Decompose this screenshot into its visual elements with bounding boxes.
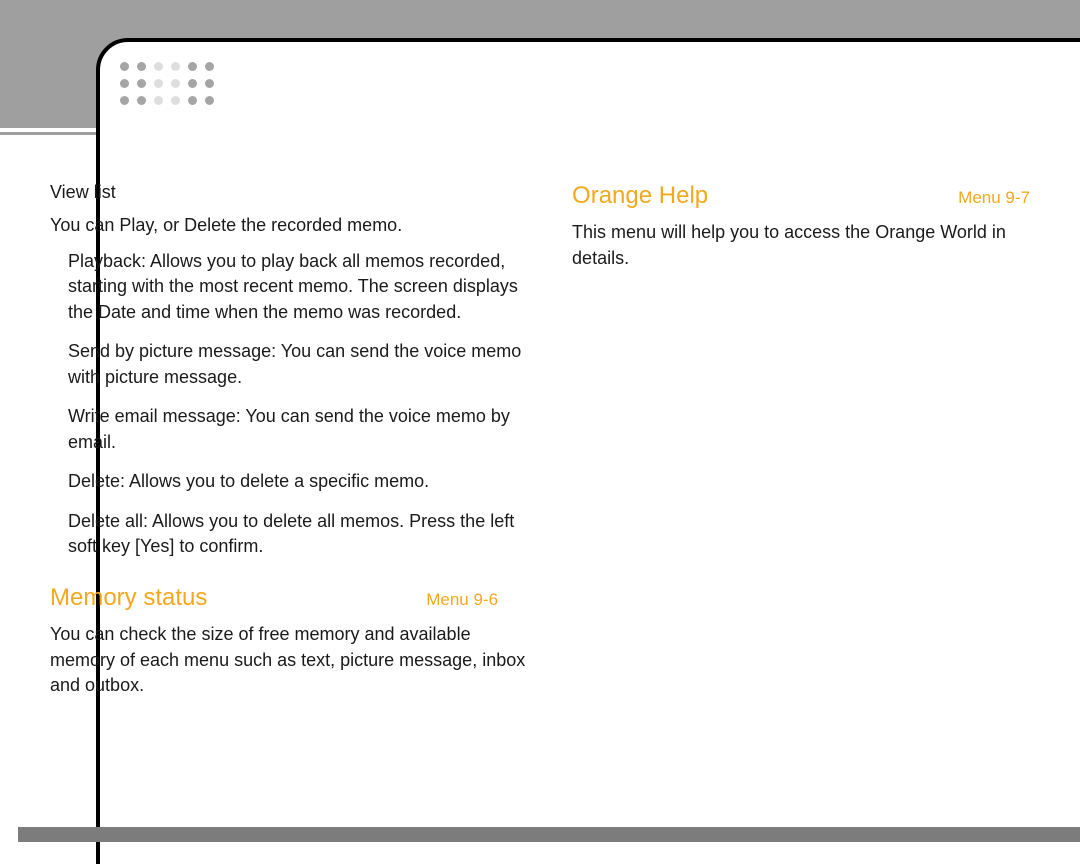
view-list-bullets: Playback: Allows you to play back all me…	[50, 249, 526, 560]
right-column: Orange Help Menu 9-7 This menu will help…	[572, 182, 1058, 814]
bullet-send-picture: Send by picture message: You can send th…	[68, 339, 526, 390]
dot-icon	[137, 96, 146, 105]
bullet-playback: Playback: Allows you to play back all me…	[68, 249, 526, 326]
dot-icon	[205, 79, 214, 88]
view-list-heading: View list	[50, 182, 526, 203]
bullet-delete-all: Delete all: Allows you to delete all mem…	[68, 509, 526, 560]
orange-help-header: Orange Help Menu 9-7	[572, 182, 1058, 210]
dot-icon	[205, 96, 214, 105]
dot-icon	[171, 79, 180, 88]
dot-icon	[154, 62, 163, 71]
orange-help-menu-label: Menu 9-7	[958, 188, 1058, 208]
dot-icon	[171, 62, 180, 71]
dot-icon	[188, 62, 197, 71]
dot-icon	[137, 79, 146, 88]
memory-status-menu-label: Menu 9-6	[426, 590, 526, 610]
dot-icon	[188, 79, 197, 88]
memory-status-body: You can check the size of free memory an…	[50, 622, 526, 699]
dot-icon	[154, 96, 163, 105]
memory-status-header: Memory status Menu 9-6	[50, 584, 526, 612]
page: View list You can Play, or Delete the re…	[0, 0, 1080, 864]
bullet-write-email: Write email message: You can send the vo…	[68, 404, 526, 455]
orange-help-title: Orange Help	[572, 182, 708, 210]
left-column: View list You can Play, or Delete the re…	[50, 182, 526, 814]
bullet-delete: Delete: Allows you to delete a specific …	[68, 469, 526, 495]
view-list-intro: You can Play, or Delete the recorded mem…	[50, 213, 526, 239]
dot-icon	[137, 62, 146, 71]
dot-grid-icon	[120, 62, 222, 113]
dot-icon	[120, 96, 129, 105]
dot-icon	[154, 79, 163, 88]
dot-icon	[188, 96, 197, 105]
dot-icon	[120, 79, 129, 88]
content-area: View list You can Play, or Delete the re…	[50, 182, 1058, 814]
footer-bar	[18, 827, 1080, 842]
dot-icon	[205, 62, 214, 71]
orange-help-body: This menu will help you to access the Or…	[572, 220, 1058, 271]
dot-icon	[120, 62, 129, 71]
dot-icon	[171, 96, 180, 105]
memory-status-title: Memory status	[50, 584, 207, 612]
